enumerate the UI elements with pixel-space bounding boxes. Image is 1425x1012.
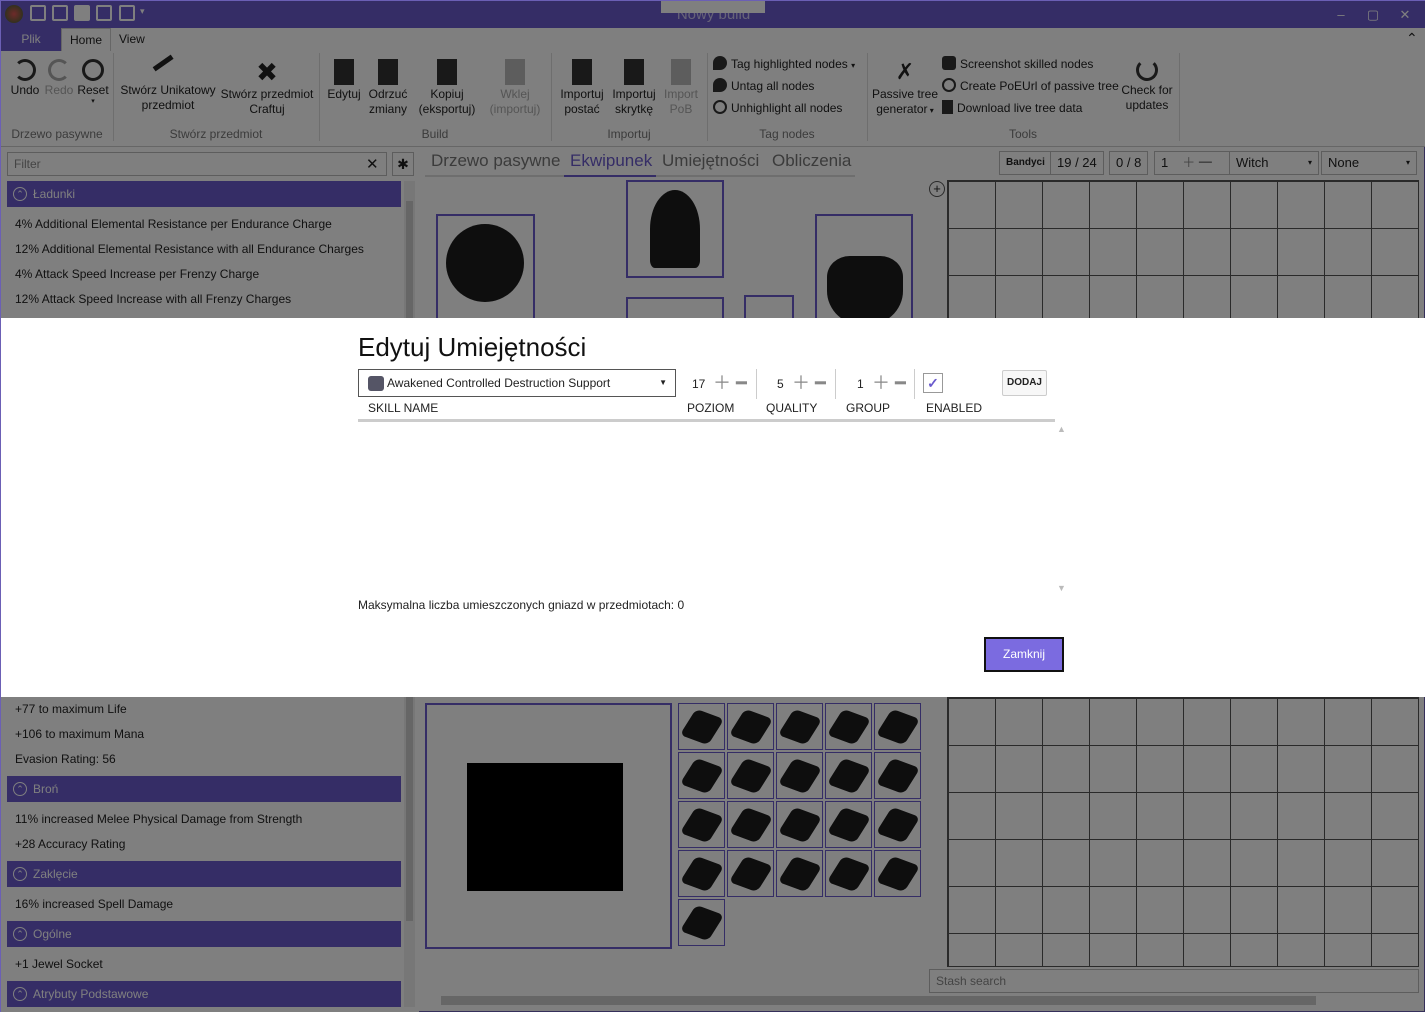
- quality-increase-button[interactable]: ＋: [792, 371, 810, 395]
- column-level[interactable]: POZIOM: [687, 401, 734, 415]
- header-divider: [358, 419, 1055, 422]
- gem-select[interactable]: Awakened Controlled Destruction Support …: [358, 369, 676, 397]
- quality-decrease-button[interactable]: ━: [815, 371, 826, 395]
- quality-value[interactable]: 5: [777, 371, 784, 397]
- chevron-down-icon: ▼: [659, 378, 667, 387]
- divider: [835, 369, 836, 399]
- level-increase-button[interactable]: ＋: [713, 371, 731, 395]
- dialog-title: Edytuj Umiejętności: [358, 332, 587, 362]
- enabled-checkbox[interactable]: ✓: [923, 373, 943, 393]
- column-quality[interactable]: QUALITY: [766, 401, 817, 415]
- close-button[interactable]: Zamknij: [984, 637, 1064, 672]
- group-increase-button[interactable]: ＋: [872, 371, 890, 395]
- scroll-down-icon[interactable]: ▼: [1057, 583, 1066, 593]
- divider: [914, 369, 915, 399]
- edit-skills-dialog: Edytuj Umiejętności Awakened Controlled …: [1, 318, 1425, 697]
- max-sockets-text: Maksymalna liczba umieszczonych gniazd w…: [358, 598, 685, 612]
- group-value[interactable]: 1: [857, 371, 864, 397]
- group-decrease-button[interactable]: ━: [895, 371, 906, 395]
- level-value[interactable]: 17: [692, 371, 705, 397]
- scroll-up-icon[interactable]: ▲: [1057, 424, 1066, 434]
- column-group[interactable]: GROUP: [846, 401, 890, 415]
- gem-icon: [368, 376, 384, 391]
- add-button[interactable]: DODAJ: [1002, 370, 1047, 396]
- column-enabled[interactable]: ENABLED: [926, 401, 982, 415]
- column-skill-name[interactable]: SKILL NAME: [368, 401, 438, 415]
- divider: [756, 369, 757, 399]
- level-decrease-button[interactable]: ━: [736, 371, 747, 395]
- app-window: ▾ Nowy build ‒ ▢ ✕ Plik Home View ⌃ Undo…: [0, 0, 1425, 1012]
